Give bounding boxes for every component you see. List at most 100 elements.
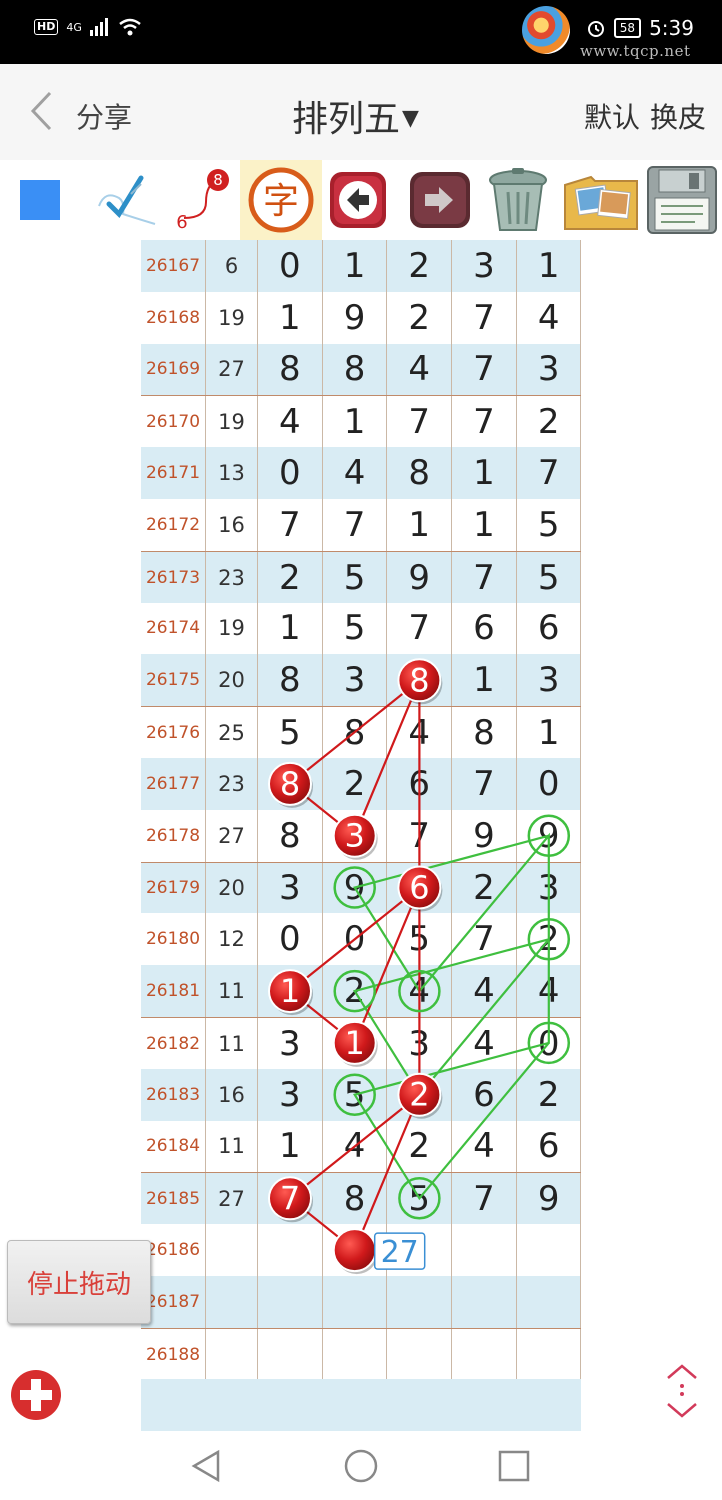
digit-cell[interactable]: 4 <box>452 1018 517 1070</box>
digit-cell[interactable]: 7 <box>452 913 517 966</box>
digit-cell[interactable]: 6 <box>387 758 453 810</box>
digit-cell[interactable]: 7 <box>517 447 582 499</box>
table-row[interactable]: 26177 23 8 2 6 7 0 <box>141 758 582 810</box>
digit-cell[interactable]: 7 <box>452 1173 517 1226</box>
table-row[interactable]: 26170 19 4 1 7 7 2 <box>141 395 582 449</box>
digit-cell[interactable]: 2 <box>517 913 582 966</box>
digit-cell[interactable]: 3 <box>323 654 388 707</box>
digit-cell[interactable]: 1 <box>258 965 323 1017</box>
digit-cell[interactable]: 2 <box>452 862 517 915</box>
digit-cell[interactable]: 9 <box>387 551 453 604</box>
digit-cell[interactable] <box>387 1224 453 1276</box>
table-row[interactable]: 26173 23 2 5 9 7 5 <box>141 550 582 604</box>
digit-cell[interactable]: 2 <box>517 1068 582 1121</box>
table-row[interactable]: 26182 11 3 1 3 4 0 <box>141 1017 582 1070</box>
digit-cell[interactable]: 5 <box>517 499 582 551</box>
digit-cell[interactable]: 4 <box>323 1120 388 1173</box>
save-button[interactable] <box>644 166 720 234</box>
table-row[interactable]: 26186 <box>141 1224 582 1276</box>
digit-cell[interactable]: 3 <box>258 1018 323 1070</box>
digit-cell[interactable]: 6 <box>517 1120 582 1173</box>
digit-cell[interactable]: 8 <box>452 707 517 759</box>
digit-cell[interactable]: 6 <box>452 602 517 655</box>
share-button[interactable]: 分享 <box>76 96 132 136</box>
digit-cell[interactable] <box>517 1224 582 1276</box>
digit-cell[interactable]: 4 <box>258 396 323 449</box>
digit-cell[interactable]: 8 <box>258 343 323 396</box>
add-button[interactable] <box>11 1370 61 1420</box>
digit-cell[interactable]: 4 <box>387 965 453 1017</box>
digit-cell[interactable]: 3 <box>387 1018 453 1070</box>
digit-cell[interactable]: 0 <box>258 240 323 292</box>
digit-cell[interactable]: 3 <box>517 862 582 915</box>
clear-button[interactable] <box>480 166 556 234</box>
digit-cell[interactable]: 8 <box>323 1173 388 1226</box>
change-skin-button[interactable]: 换皮 <box>650 96 706 136</box>
digit-cell[interactable]: 8 <box>258 758 323 810</box>
digit-cell[interactable]: 8 <box>387 654 453 707</box>
digit-cell[interactable]: 5 <box>323 602 388 655</box>
digit-cell[interactable]: 1 <box>452 654 517 707</box>
nav-recent-button[interactable] <box>496 1448 532 1484</box>
digit-cell[interactable]: 2 <box>258 551 323 604</box>
digit-cell[interactable] <box>323 1224 388 1276</box>
digit-cell[interactable]: 2 <box>387 291 453 344</box>
table-row[interactable]: 26180 12 0 0 5 7 2 <box>141 913 582 966</box>
table-row[interactable]: 26172 16 7 7 1 1 5 <box>141 499 582 551</box>
digit-cell[interactable]: 1 <box>258 291 323 344</box>
digit-cell[interactable]: 1 <box>323 396 388 449</box>
digit-cell[interactable] <box>387 1276 453 1328</box>
digit-cell[interactable]: 5 <box>387 913 453 966</box>
digit-cell[interactable]: 5 <box>517 551 582 604</box>
digit-cell[interactable]: 4 <box>387 707 453 759</box>
scroll-toggle-button[interactable] <box>662 1362 702 1422</box>
digit-cell[interactable]: 2 <box>323 965 388 1017</box>
digit-cell[interactable]: 5 <box>387 1173 453 1226</box>
digit-cell[interactable]: 5 <box>323 1068 388 1121</box>
digit-cell[interactable]: 3 <box>452 240 517 292</box>
digit-cell[interactable] <box>258 1276 323 1328</box>
digit-cell[interactable]: 0 <box>517 1018 582 1070</box>
digit-cell[interactable]: 4 <box>452 965 517 1017</box>
color-picker-button[interactable] <box>18 166 62 234</box>
digit-cell[interactable]: 2 <box>517 396 582 449</box>
digit-cell[interactable]: 0 <box>258 913 323 966</box>
table-row[interactable]: 26185 27 7 8 5 7 9 <box>141 1172 582 1226</box>
digit-cell[interactable]: 1 <box>387 499 453 551</box>
check-pen-button[interactable] <box>94 166 160 234</box>
digit-cell[interactable]: 8 <box>258 654 323 707</box>
digit-cell[interactable] <box>258 1224 323 1276</box>
gallery-button[interactable] <box>560 166 642 234</box>
digit-cell[interactable]: 3 <box>323 809 388 862</box>
digit-cell[interactable] <box>517 1328 582 1381</box>
default-button[interactable]: 默认 <box>584 96 640 136</box>
digit-cell[interactable]: 0 <box>323 913 388 966</box>
digit-cell[interactable]: 2 <box>387 1068 453 1121</box>
digit-cell[interactable]: 0 <box>258 447 323 499</box>
nav-home-button[interactable] <box>343 1448 379 1484</box>
digit-cell[interactable] <box>323 1276 388 1328</box>
digit-cell[interactable]: 9 <box>517 1173 582 1226</box>
table-row[interactable]: 26174 19 1 5 7 6 6 <box>141 602 582 655</box>
digit-cell[interactable]: 8 <box>323 343 388 396</box>
table-row[interactable]: 26178 27 8 3 7 9 9 <box>141 809 582 862</box>
digit-cell[interactable]: 7 <box>387 809 453 862</box>
digit-cell[interactable]: 9 <box>452 809 517 862</box>
digit-cell[interactable]: 6 <box>387 862 453 915</box>
stop-drag-button[interactable]: 停止拖动 <box>7 1240 151 1324</box>
digit-cell[interactable]: 7 <box>323 499 388 551</box>
table-row[interactable]: 26179 20 3 9 6 2 3 <box>141 861 582 915</box>
digit-cell[interactable]: 4 <box>517 291 582 344</box>
digit-cell[interactable]: 9 <box>323 291 388 344</box>
digit-cell[interactable]: 2 <box>323 758 388 810</box>
digit-cell[interactable]: 7 <box>258 499 323 551</box>
digit-cell[interactable]: 7 <box>387 602 453 655</box>
digit-cell[interactable] <box>387 1328 453 1381</box>
digit-cell[interactable]: 6 <box>452 1068 517 1121</box>
table-row[interactable]: 26176 25 5 8 4 8 1 <box>141 706 582 759</box>
digit-cell[interactable]: 5 <box>323 551 388 604</box>
digit-cell[interactable]: 7 <box>387 396 453 449</box>
digit-cell[interactable]: 6 <box>517 602 582 655</box>
digit-cell[interactable]: 8 <box>323 707 388 759</box>
digit-cell[interactable]: 7 <box>452 291 517 344</box>
